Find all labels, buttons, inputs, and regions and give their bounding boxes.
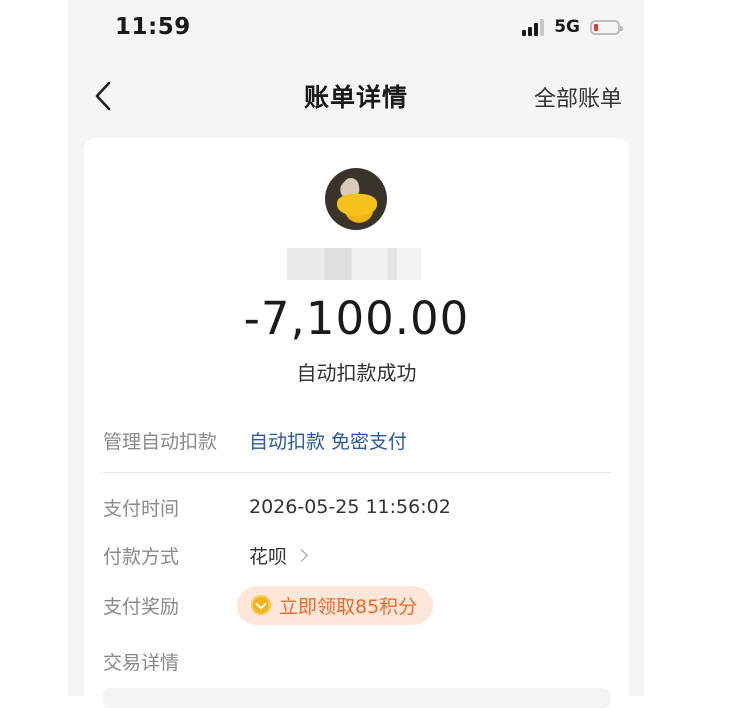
coin-icon [251, 595, 271, 615]
pay-method-label: 付款方式 [103, 545, 180, 568]
transaction-detail-box [103, 688, 611, 708]
auto-debit-link[interactable]: 自动扣款 [249, 427, 325, 454]
network-label: 5G [554, 17, 580, 37]
avatar[interactable] [325, 168, 387, 230]
masked-merchant-name [287, 248, 421, 280]
manage-auto-debit-row: 管理自动扣款 自动扣款 免密支付 [103, 425, 611, 455]
pay-method-value: 花呗 [249, 545, 288, 568]
screen: 11:59 5G 账单详情 全部账单 -7,100.00 自动扣款成功 管理自动… [68, 0, 644, 708]
pay-time-label: 支付时间 [103, 497, 180, 520]
pay-method-row[interactable]: 付款方式 花呗 [103, 540, 611, 570]
bill-status: 自动扣款成功 [296, 361, 417, 385]
pay-time-row: 支付时间 2026-05-25 11:56:02 [103, 492, 611, 522]
claim-points-text: 立即领取85积分 [279, 595, 418, 618]
battery-icon [590, 19, 623, 35]
status-time: 11:59 [115, 14, 191, 40]
chevron-right-icon [295, 548, 308, 562]
pay-reward-row: 支付奖励 立即领取85积分 [103, 585, 611, 625]
transaction-detail-label: 交易详情 [103, 651, 180, 674]
password-free-link[interactable]: 免密支付 [331, 427, 407, 454]
transaction-detail-row: 交易详情 [103, 646, 611, 676]
manage-auto-debit-label: 管理自动扣款 [103, 430, 218, 453]
bill-amount: -7,100.00 [243, 292, 470, 345]
claim-points-button[interactable]: 立即领取85积分 [237, 585, 434, 625]
divider [103, 472, 611, 473]
pay-reward-label: 支付奖励 [103, 595, 180, 618]
all-bills-button[interactable]: 全部账单 [534, 81, 622, 113]
pay-time-value: 2026-05-25 11:56:02 [249, 496, 451, 518]
bill-card: -7,100.00 自动扣款成功 管理自动扣款 自动扣款 免密支付 支付时间 2… [84, 138, 629, 708]
signal-icon [522, 18, 545, 36]
status-icons: 5G [522, 17, 623, 37]
